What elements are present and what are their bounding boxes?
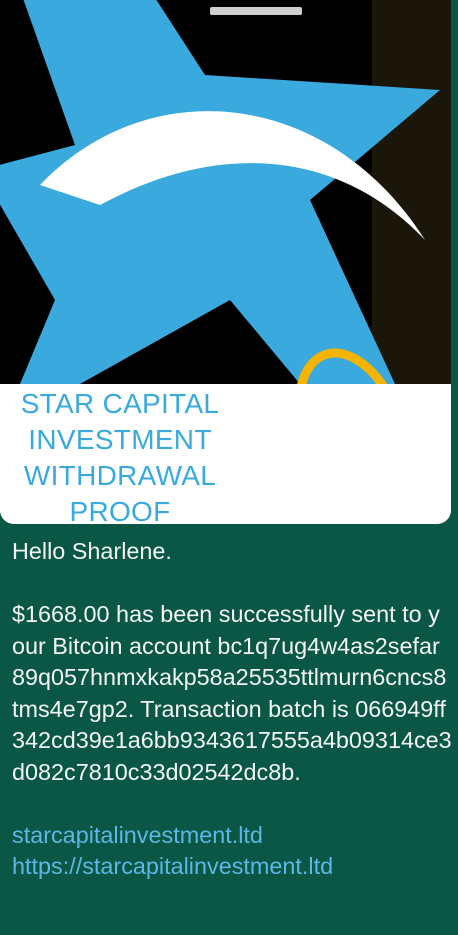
- message-body: $1668.00 has been successfully sent to y…: [12, 601, 452, 785]
- greeting-text: Hello Sharlene.: [12, 538, 172, 564]
- website-url-link[interactable]: https://starcapitalinvestment.ltd: [12, 851, 452, 883]
- image-caption-area: STAR CAPITAL INVESTMENT WITHDRAWAL PROOF: [0, 384, 451, 524]
- caption-line-2: INVESTMENT: [28, 424, 212, 455]
- attached-image[interactable]: STAR CAPITAL INVESTMENT WITHDRAWAL PROOF: [0, 0, 451, 524]
- caption-line-4: PROOF: [69, 496, 171, 524]
- message-bubble: STAR CAPITAL INVESTMENT WITHDRAWAL PROOF…: [0, 0, 458, 935]
- caption-line-3: WITHDRAWAL: [23, 460, 217, 491]
- caption-line-1: STAR CAPITAL: [20, 388, 220, 419]
- message-text: Hello Sharlene. $1668.00 has been succes…: [12, 536, 452, 883]
- website-link[interactable]: starcapitalinvestment.ltd: [12, 820, 452, 852]
